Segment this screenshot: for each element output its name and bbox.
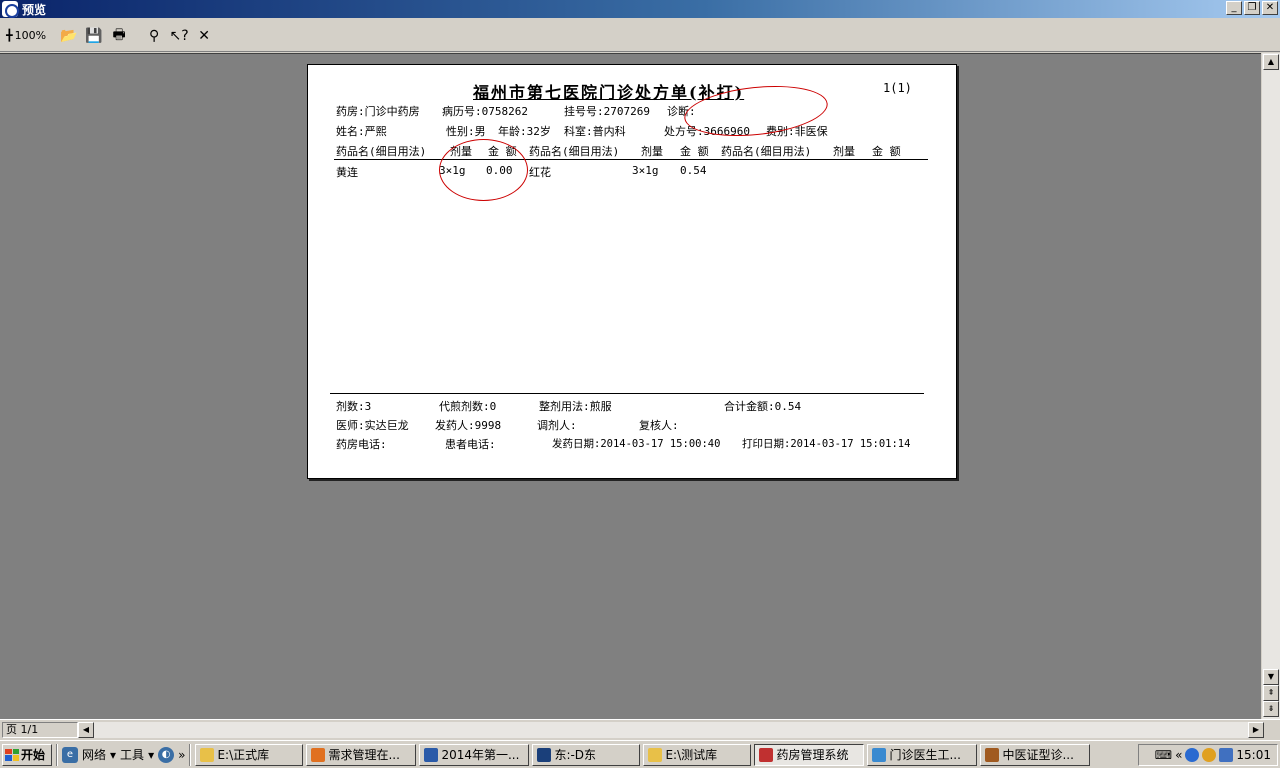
help-pointer-icon[interactable]: ↖?	[168, 25, 190, 47]
scroll-left-button[interactable]: ◀	[78, 722, 94, 738]
register-no: 挂号号:2707269	[564, 105, 650, 118]
footer-rule	[330, 393, 924, 394]
scroll-right-button[interactable]: ▶	[1248, 722, 1264, 738]
keyboard-icon[interactable]: ⌨	[1155, 748, 1172, 762]
annotation-circle	[439, 139, 528, 201]
col-header-dose: 剂量	[641, 145, 663, 158]
display-icon[interactable]	[1219, 748, 1234, 762]
department: 科室:普内科	[564, 125, 626, 138]
chevron-down-icon[interactable]: ▾	[148, 748, 154, 762]
find-icon[interactable]: ⚲	[143, 25, 165, 47]
ie-icon[interactable]: e	[62, 746, 78, 763]
dose-count: 剂数:3	[336, 400, 372, 413]
task-button[interactable]: 2014年第一...	[419, 743, 530, 766]
scroll-down-button[interactable]: ▼	[1263, 669, 1279, 685]
col-header-name: 药品名(细目用法)	[529, 145, 620, 158]
vertical-scrollbar[interactable]: ▲ ▼ ⇞ ⇟	[1262, 53, 1280, 719]
zoom-icon: ╋	[6, 29, 13, 42]
taskbar: 开始 e 网络 ▾ 工具 ▾ ◐ » E:\正式库 需求管理在... 2014年…	[0, 740, 1280, 768]
col-header-name: 药品名(细目用法)	[721, 145, 812, 158]
decoct-count: 代煎剂数:0	[439, 400, 497, 413]
col-header-amount: 金 额	[680, 145, 709, 158]
prescription-page: 福州市第七医院门诊处方单(补打) 1(1) 药房:门诊中药房 病历号:07582…	[307, 64, 957, 479]
close-preview-icon[interactable]: ✕	[193, 25, 215, 47]
col-header-dose: 剂量	[833, 145, 855, 158]
minimize-button[interactable]: _	[1226, 1, 1242, 15]
task-button[interactable]: 中医证型诊...	[980, 743, 1091, 766]
folder-icon	[648, 747, 663, 762]
preview-toolbar: ╋ 100% 📂 💾 🖶 ⚲ ↖? ✕	[0, 20, 1280, 52]
print-icon[interactable]: 🖶	[108, 25, 130, 47]
start-label: 开始	[21, 748, 46, 762]
horizontal-scrollbar[interactable]: ◀ ▶	[78, 722, 1264, 738]
drug-name: 红花	[529, 166, 551, 179]
close-button[interactable]: ✕	[1262, 1, 1278, 15]
preparer: 调剂人:	[537, 419, 577, 432]
tcm-app-icon	[985, 747, 1000, 762]
total-amount: 合计金额:0.54	[724, 400, 802, 413]
page-up-button[interactable]: ⇞	[1263, 685, 1279, 701]
header-rule	[334, 159, 928, 160]
doctor: 医师:实达巨龙	[336, 419, 409, 432]
open-icon[interactable]: 📂	[58, 25, 80, 47]
quick-tools[interactable]: 工具	[120, 746, 144, 763]
system-tray: ⌨ « 15:01	[1138, 744, 1278, 766]
collapse-tray-icon[interactable]: «	[1175, 748, 1182, 762]
status-bar: 页 1/1 ◀ ▶	[0, 719, 1280, 739]
patient-phone: 患者电话:	[445, 438, 496, 451]
col-header-name: 药品名(细目用法)	[336, 145, 427, 158]
window-controls: _ ❐ ✕	[1226, 1, 1278, 15]
page-down-button[interactable]: ⇟	[1263, 701, 1279, 717]
page-indicator: 页 1/1	[2, 721, 78, 738]
quick-launch: e 网络 ▾ 工具 ▾ ◐ »	[62, 746, 185, 763]
pharmacy-app-icon	[759, 747, 774, 762]
clock[interactable]: 15:01	[1236, 748, 1271, 762]
col-header-amount: 金 额	[872, 145, 901, 158]
zoom-level: 100%	[14, 29, 47, 42]
folder-icon	[200, 747, 215, 762]
dispenser: 发药人:9998	[435, 419, 502, 432]
print-date: 打印日期:2014-03-17 15:01:14	[742, 438, 911, 450]
page-number: 1(1)	[883, 81, 912, 95]
app-icon	[2, 1, 19, 18]
checker: 复核人:	[639, 419, 679, 432]
task-button[interactable]: E:\测试库	[643, 743, 752, 766]
task-button[interactable]: 门诊医生工...	[867, 743, 978, 766]
browser-icon[interactable]: ◐	[158, 746, 175, 763]
clinic-app-icon	[872, 747, 887, 762]
patient-name: 姓名:严熙	[336, 125, 387, 138]
task-button[interactable]: E:\正式库	[195, 743, 304, 766]
word-icon	[424, 747, 439, 762]
task-button[interactable]: 东:-D东	[532, 743, 641, 766]
pharmacy-phone: 药房电话:	[336, 438, 387, 451]
pharmacy-label: 药房:门诊中药房	[336, 105, 420, 118]
more-icon[interactable]: »	[178, 748, 185, 762]
window-titlebar: 预览 _ ❐ ✕	[0, 0, 1280, 18]
start-button[interactable]: 开始	[2, 743, 52, 766]
task-button[interactable]: 需求管理在...	[306, 743, 417, 766]
scroll-up-button[interactable]: ▲	[1263, 54, 1279, 70]
drug-name: 黄连	[336, 166, 358, 179]
task-button-active[interactable]: 药房管理系统	[754, 743, 865, 766]
drug-amount: 0.54	[680, 164, 707, 177]
record-no: 病历号:0758262	[442, 105, 528, 118]
task-buttons: E:\正式库 需求管理在... 2014年第一... 东:-D东 E:\测试库 …	[195, 743, 1093, 766]
usage-method: 整剂用法:煎服	[539, 400, 612, 413]
save-icon[interactable]: 💾	[83, 25, 105, 47]
restore-button[interactable]: ❐	[1244, 1, 1260, 15]
chevron-down-icon[interactable]: ▾	[110, 748, 116, 762]
windows-flag-icon	[5, 748, 19, 761]
zoom-button[interactable]: ╋ 100%	[6, 25, 46, 47]
window-title: 预览	[22, 2, 47, 17]
patient-sex: 性别:男	[446, 125, 486, 138]
quick-network[interactable]: 网络	[82, 746, 106, 763]
firefox-icon	[311, 747, 326, 762]
network-icon[interactable]	[1185, 748, 1200, 762]
remote-desktop-icon	[537, 747, 552, 762]
patient-age: 年龄:32岁	[498, 125, 551, 138]
drug-dose: 3×1g	[632, 164, 659, 177]
dispense-date: 发药日期:2014-03-17 15:00:40	[552, 438, 721, 450]
messenger-icon[interactable]	[1202, 748, 1217, 762]
